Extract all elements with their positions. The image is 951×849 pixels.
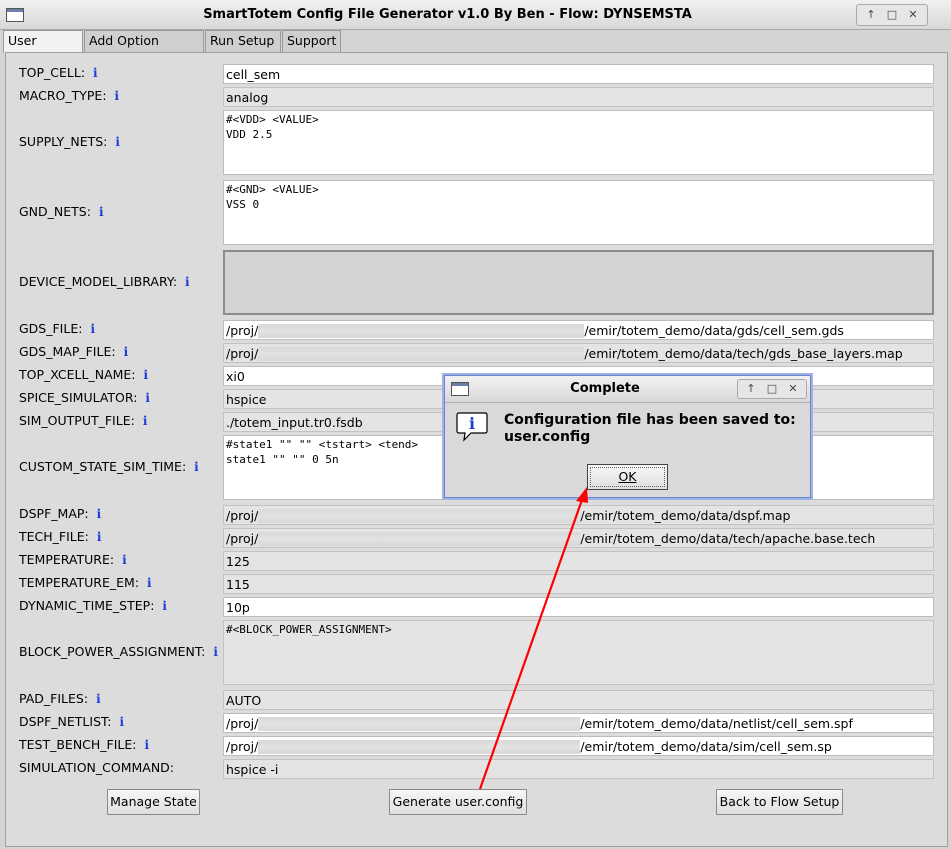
info-icon[interactable]: i — [99, 205, 104, 219]
generate-user-config-button[interactable]: Generate user.config — [389, 789, 527, 815]
tab-bar: User Config Add Option Config Run Setup … — [0, 30, 951, 68]
info-icon[interactable]: i — [145, 391, 150, 405]
dialog-titlebar: Complete ↑ □ ✕ — [445, 376, 810, 403]
tech-file-input[interactable]: /proj//emir/totem_demo/data/tech/apache.… — [223, 528, 934, 548]
redacted-path — [258, 717, 581, 731]
gnd-nets-textarea[interactable]: #<GND> <VALUE> VSS 0 — [223, 180, 934, 245]
macro-type-input[interactable]: analog — [223, 87, 934, 107]
block-power-assignment-label: BLOCK_POWER_ASSIGNMENT: i — [19, 644, 218, 659]
info-icon[interactable]: i — [147, 576, 152, 590]
test-bench-file-label: TEST_BENCH_FILE: i — [19, 737, 150, 752]
window-controls: ↑ □ ✕ — [856, 4, 928, 26]
info-icon[interactable]: i — [96, 692, 101, 706]
top-cell-input[interactable]: cell_sem — [223, 64, 934, 84]
supply-nets-label: SUPPLY_NETS: i — [19, 134, 120, 149]
dialog-menu-icon[interactable] — [451, 382, 469, 396]
gds-file-label: GDS_FILE: i — [19, 321, 96, 336]
dialog-title: Complete — [570, 381, 640, 396]
tab-support[interactable]: Support — [282, 30, 341, 52]
info-icon[interactable]: i — [162, 599, 167, 613]
manage-state-button[interactable]: Manage State — [107, 789, 200, 815]
info-icon[interactable]: i — [97, 507, 102, 521]
test-bench-file-input[interactable]: /proj//emir/totem_demo/data/sim/cell_sem… — [223, 736, 934, 756]
top-xcell-name-label: TOP_XCELL_NAME: i — [19, 367, 149, 382]
dialog-message-line-2: user.config — [504, 429, 591, 445]
gds-map-file-input[interactable]: /proj//emir/totem_demo/data/tech/gds_bas… — [223, 343, 934, 363]
top-cell-label: TOP_CELL: i — [19, 65, 98, 80]
dynamic-time-step-label: DYNAMIC_TIME_STEP: i — [19, 598, 167, 613]
redacted-path — [258, 740, 581, 754]
pad-files-label: PAD_FILES: i — [19, 691, 101, 706]
gnd-nets-label: GND_NETS: i — [19, 204, 104, 219]
info-icon[interactable]: i — [97, 530, 102, 544]
simulation-command-label: SIMULATION_COMMAND: — [19, 760, 175, 775]
info-icon[interactable]: i — [119, 715, 124, 729]
info-icon[interactable]: i — [115, 135, 120, 149]
temperature-em-label: TEMPERATURE_EM: i — [19, 575, 152, 590]
ok-button[interactable]: OK — [587, 464, 668, 490]
dialog-message: Configuration file has been saved to: us… — [504, 412, 796, 446]
dspf-netlist-label: DSPF_NETLIST: i — [19, 714, 125, 729]
temperature-input[interactable]: 125 — [223, 551, 934, 571]
info-icon[interactable]: i — [122, 553, 127, 567]
shade-icon[interactable]: ↑ — [743, 381, 759, 397]
tab-add-option-config[interactable]: Add Option Config — [84, 30, 204, 68]
redacted-path — [258, 324, 585, 338]
info-icon[interactable]: i — [145, 738, 150, 752]
block-power-assignment-textarea[interactable]: #<BLOCK_POWER_ASSIGNMENT> — [223, 620, 934, 685]
info-icon[interactable]: i — [143, 414, 148, 428]
pad-files-input[interactable]: AUTO — [223, 690, 934, 710]
custom-state-sim-time-label: CUSTOM_STATE_SIM_TIME: i — [19, 459, 199, 474]
tech-file-label: TECH_FILE: i — [19, 529, 102, 544]
dspf-netlist-input[interactable]: /proj//emir/totem_demo/data/netlist/cell… — [223, 713, 934, 733]
window-titlebar: SmartTotem Config File Generator v1.0 By… — [0, 0, 951, 30]
gds-file-input[interactable]: /proj//emir/totem_demo/data/gds/cell_sem… — [223, 320, 934, 340]
info-glyph: i — [469, 414, 475, 433]
device-model-library-textarea[interactable] — [223, 250, 934, 315]
maximize-icon[interactable]: □ — [884, 7, 900, 23]
redacted-path — [258, 509, 581, 523]
info-icon[interactable]: i — [144, 368, 149, 382]
window-title: SmartTotem Config File Generator v1.0 By… — [203, 7, 692, 22]
shade-icon[interactable]: ↑ — [863, 7, 879, 23]
macro-type-label: MACRO_TYPE: i — [19, 88, 120, 103]
back-to-flow-setup-button[interactable]: Back to Flow Setup — [716, 789, 843, 815]
info-icon[interactable]: i — [213, 645, 218, 659]
sim-output-file-label: SIM_OUTPUT_FILE: i — [19, 413, 148, 428]
dialog-controls: ↑ □ ✕ — [737, 379, 807, 399]
dynamic-time-step-input[interactable]: 10p — [223, 597, 934, 617]
info-icon[interactable]: i — [185, 275, 190, 289]
maximize-icon[interactable]: □ — [764, 381, 780, 397]
tab-user-config[interactable]: User Config — [3, 30, 83, 68]
close-icon[interactable]: ✕ — [905, 7, 921, 23]
info-icon[interactable]: i — [93, 66, 98, 80]
info-icon: i — [456, 412, 488, 442]
info-icon[interactable]: i — [90, 322, 95, 336]
redacted-path — [258, 532, 581, 546]
gds-map-file-label: GDS_MAP_FILE: i — [19, 344, 129, 359]
tab-run-setup[interactable]: Run Setup — [205, 30, 281, 52]
dspf-map-input[interactable]: /proj//emir/totem_demo/data/dspf.map — [223, 505, 934, 525]
dspf-map-label: DSPF_MAP: i — [19, 506, 102, 521]
complete-dialog: Complete ↑ □ ✕ i Configuration file has … — [444, 375, 811, 498]
simulation-command-input[interactable]: hspice -i — [223, 759, 934, 779]
supply-nets-textarea[interactable]: #<VDD> <VALUE> VDD 2.5 — [223, 110, 934, 175]
temperature-label: TEMPERATURE: i — [19, 552, 127, 567]
spice-simulator-label: SPICE_SIMULATOR: i — [19, 390, 150, 405]
temperature-em-input[interactable]: 115 — [223, 574, 934, 594]
info-icon[interactable]: i — [194, 460, 199, 474]
dialog-message-line-1: Configuration file has been saved to: — [504, 412, 796, 428]
close-icon[interactable]: ✕ — [785, 381, 801, 397]
info-icon[interactable]: i — [124, 345, 129, 359]
device-model-library-label: DEVICE_MODEL_LIBRARY: i — [19, 274, 190, 289]
redacted-path — [258, 347, 585, 361]
info-icon[interactable]: i — [115, 89, 120, 103]
